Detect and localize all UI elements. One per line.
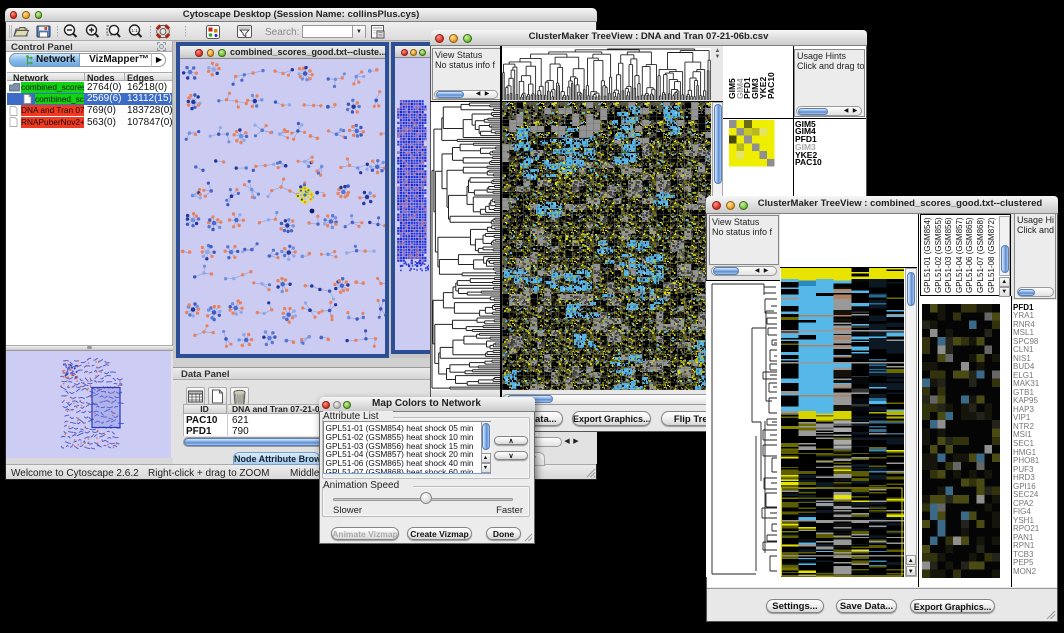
svg-text:1:1: 1:1 bbox=[131, 28, 138, 33]
